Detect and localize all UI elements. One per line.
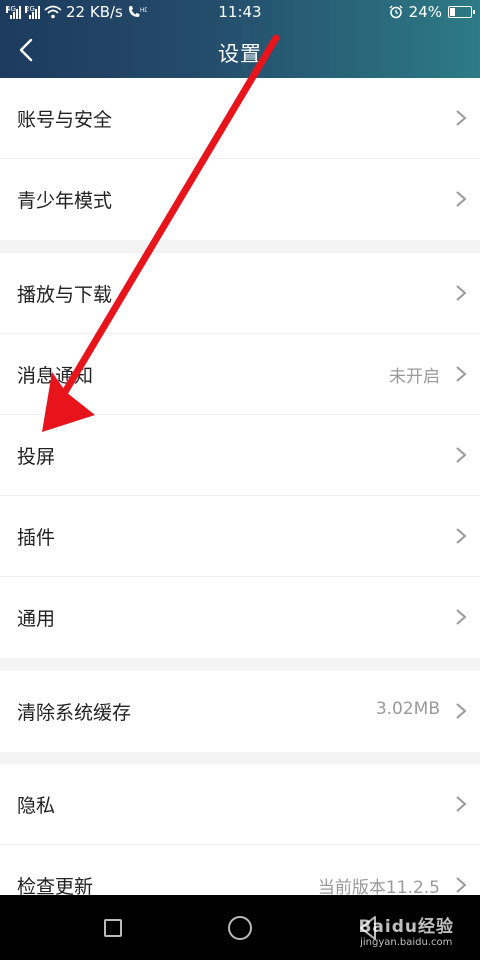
settings-row-clear-cache[interactable]: 清除系统缓存 3.02MB <box>0 671 480 752</box>
row-value: 未开启 <box>389 367 440 387</box>
settings-group-general: 播放与下载 消息通知 未开启 投屏 插件 通用 <box>0 253 480 658</box>
chevron-right-icon <box>456 796 467 812</box>
home-icon[interactable] <box>228 916 252 940</box>
row-label: 插件 <box>17 527 56 549</box>
settings-row-cast-screen[interactable]: 投屏 <box>0 415 480 496</box>
watermark-url: jingyan.baidu.com <box>360 937 453 948</box>
settings-row-plugins[interactable]: 插件 <box>0 496 480 577</box>
chevron-right-icon <box>456 285 467 301</box>
settings-row-teen-mode[interactable]: 青少年模式 <box>0 159 480 240</box>
settings-group-account: 账号与安全 青少年模式 <box>0 78 480 240</box>
chevron-right-icon <box>456 110 467 126</box>
row-value: 3.02MB <box>375 699 440 719</box>
status-right: 24% <box>389 3 475 21</box>
settings-row-account-security[interactable]: 账号与安全 <box>0 78 480 159</box>
row-label: 播放与下载 <box>17 284 113 306</box>
row-label: 账号与安全 <box>17 109 113 131</box>
chevron-right-icon <box>456 609 467 625</box>
watermark-logo: Baidu经验 jingyan.baidu.com <box>358 912 454 948</box>
alarm-icon <box>389 5 403 19</box>
settings-row-privacy[interactable]: 隐私 <box>0 764 480 845</box>
recent-apps-icon[interactable] <box>104 919 122 937</box>
settings-row-notifications[interactable]: 消息通知 未开启 <box>0 334 480 415</box>
watermark-brand: Baidu经验 <box>358 917 454 937</box>
chevron-right-icon <box>456 703 467 719</box>
chevron-right-icon <box>456 528 467 544</box>
battery-icon <box>448 6 475 18</box>
row-label: 青少年模式 <box>17 190 113 212</box>
row-label: 隐私 <box>17 795 56 817</box>
settings-screen: 4G 2G 22 KB/s HD 11:43 24% 设置 账号与安全 青少年模… <box>0 0 480 960</box>
chevron-right-icon <box>456 447 467 463</box>
row-label: 清除系统缓存 <box>17 702 132 724</box>
chevron-right-icon <box>456 877 467 893</box>
chevron-right-icon <box>456 366 467 382</box>
settings-row-common[interactable]: 通用 <box>0 577 480 658</box>
chevron-right-icon <box>456 191 467 207</box>
row-label: 通用 <box>17 608 56 630</box>
battery-percent: 24% <box>408 3 442 21</box>
row-label: 消息通知 <box>17 365 94 387</box>
status-bar: 4G 2G 22 KB/s HD 11:43 24% <box>0 0 480 24</box>
app-header: 4G 2G 22 KB/s HD 11:43 24% 设置 <box>0 0 480 78</box>
settings-row-playback-download[interactable]: 播放与下载 <box>0 253 480 334</box>
row-label: 投屏 <box>17 446 56 468</box>
settings-group-cache: 清除系统缓存 3.02MB <box>0 671 480 752</box>
page-title: 设置 <box>218 42 262 66</box>
title-bar: 设置 <box>0 24 480 78</box>
